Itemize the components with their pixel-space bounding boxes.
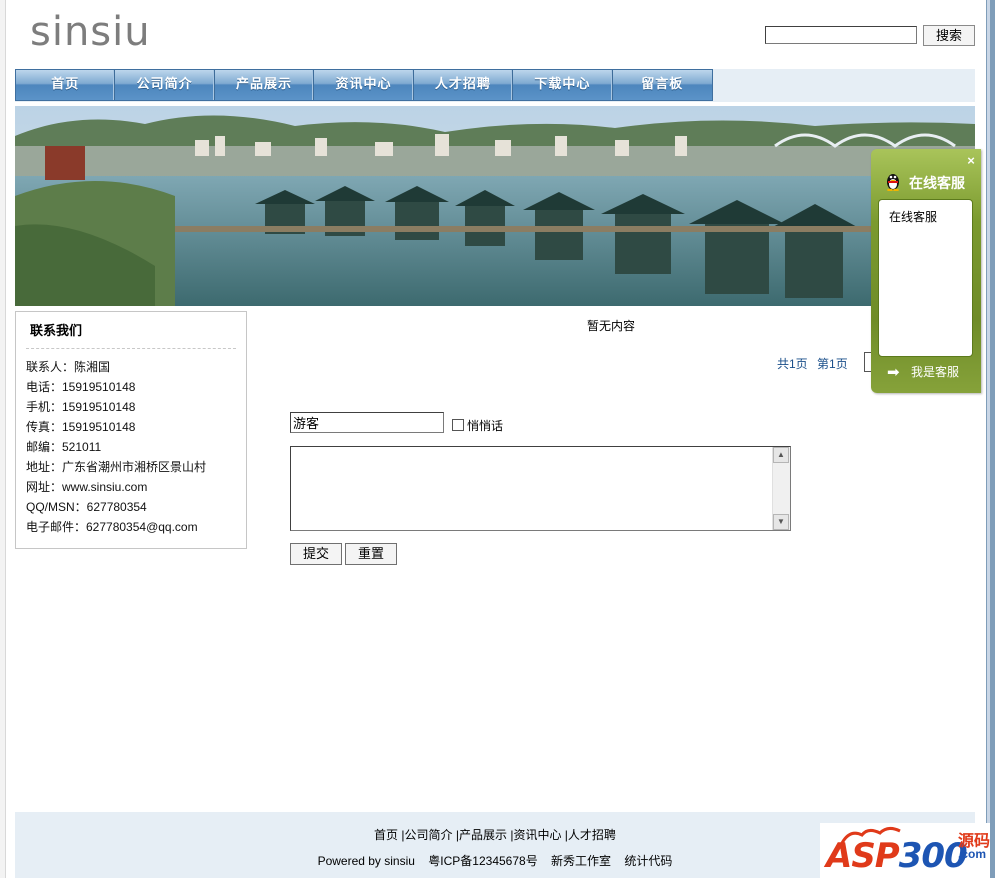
footer-link-home[interactable]: 首页	[374, 828, 398, 842]
submit-button[interactable]: 提交	[290, 543, 342, 565]
qq-penguin-icon	[887, 174, 899, 191]
contact-list: 联系人：陈湘国 电话：15919510148 手机：15919510148 传真…	[26, 357, 206, 537]
pager-total[interactable]: 共1页	[777, 357, 808, 371]
empty-message: 暂无内容	[587, 319, 636, 333]
textarea-scrollbar[interactable]: ▲ ▼	[772, 447, 790, 530]
banner-image	[15, 106, 975, 306]
search-input[interactable]	[765, 26, 917, 44]
footer-stats[interactable]: 统计代码	[624, 854, 672, 868]
window-scrollbar[interactable]	[986, 0, 995, 878]
arrow-right-icon: ➡	[887, 364, 900, 381]
nav-item-guestbook[interactable]: 留言板	[613, 70, 712, 100]
reset-button[interactable]: 重置	[345, 543, 397, 565]
online-service-footer[interactable]: 我是客服	[911, 363, 959, 380]
search-button[interactable]: 搜索	[923, 25, 975, 46]
nav-item-products[interactable]: 产品展示	[215, 70, 315, 100]
online-service-widget: × 在线客服 在线客服 ➡ 我是客服	[871, 149, 981, 393]
contact-person: 联系人：陈湘国	[26, 360, 111, 374]
online-service-item[interactable]: 在线客服	[889, 208, 937, 225]
scroll-up-icon[interactable]: ▲	[773, 447, 789, 463]
asp300-watermark: ASP300 源码 .com	[820, 823, 990, 878]
pager-current[interactable]: 第1页	[817, 357, 848, 371]
nav-item-downloads[interactable]: 下载中心	[513, 70, 613, 100]
watermark-com: .com	[958, 847, 987, 861]
site-logo[interactable]: sinsiu	[30, 8, 151, 56]
footer-icp[interactable]: 粤ICP备12345678号	[428, 854, 537, 868]
private-message-label: 悄悄话	[467, 419, 504, 433]
online-service-title: 在线客服	[909, 175, 965, 191]
footer-link-jobs[interactable]: 人才招聘	[568, 828, 616, 842]
footer-link-news[interactable]: 资讯中心	[513, 828, 561, 842]
window-left-edge	[0, 0, 6, 878]
nav-item-news[interactable]: 资讯中心	[314, 70, 414, 100]
contact-phone: 电话：15919510148	[26, 380, 136, 394]
contact-fax: 传真：15919510148	[26, 420, 136, 434]
contact-address: 地址：广东省潮州市湘桥区景山村	[26, 460, 207, 474]
contact-panel: 联系我们 联系人：陈湘国 电话：15919510148 手机：159195101…	[15, 311, 247, 549]
main-nav: 首页 公司简介 产品展示 资讯中心 人才招聘 下载中心 留言板	[15, 69, 713, 101]
divider	[26, 348, 236, 349]
contact-website: 网址：www.sinsiu.com	[26, 480, 148, 494]
private-message-checkbox[interactable]	[452, 419, 464, 431]
message-textarea[interactable]: ▲ ▼	[290, 446, 791, 531]
scroll-down-icon[interactable]: ▼	[773, 514, 789, 530]
watermark-brand: ASP300	[826, 836, 968, 876]
contact-postcode: 邮编：521011	[26, 440, 102, 454]
pager: 共1页 第1页	[777, 355, 854, 372]
online-service-body: 在线客服	[878, 199, 973, 357]
close-icon[interactable]: ×	[965, 154, 977, 167]
nav-item-about[interactable]: 公司简介	[115, 70, 215, 100]
footer-link-about[interactable]: 公司简介	[405, 828, 453, 842]
contact-qq: QQ/MSN：627780354	[26, 500, 147, 514]
footer-powered: Powered by sinsiu	[317, 854, 415, 868]
nav-item-home[interactable]: 首页	[16, 70, 116, 100]
contact-title: 联系我们	[30, 323, 83, 338]
nav-item-jobs[interactable]: 人才招聘	[414, 70, 514, 100]
contact-mobile: 手机：15919510148	[26, 400, 136, 414]
footer-studio[interactable]: 新秀工作室	[551, 854, 611, 868]
contact-email: 电子邮件：627780354@qq.com	[26, 520, 198, 534]
name-input[interactable]	[290, 412, 444, 433]
footer-link-products[interactable]: 产品展示	[459, 828, 507, 842]
